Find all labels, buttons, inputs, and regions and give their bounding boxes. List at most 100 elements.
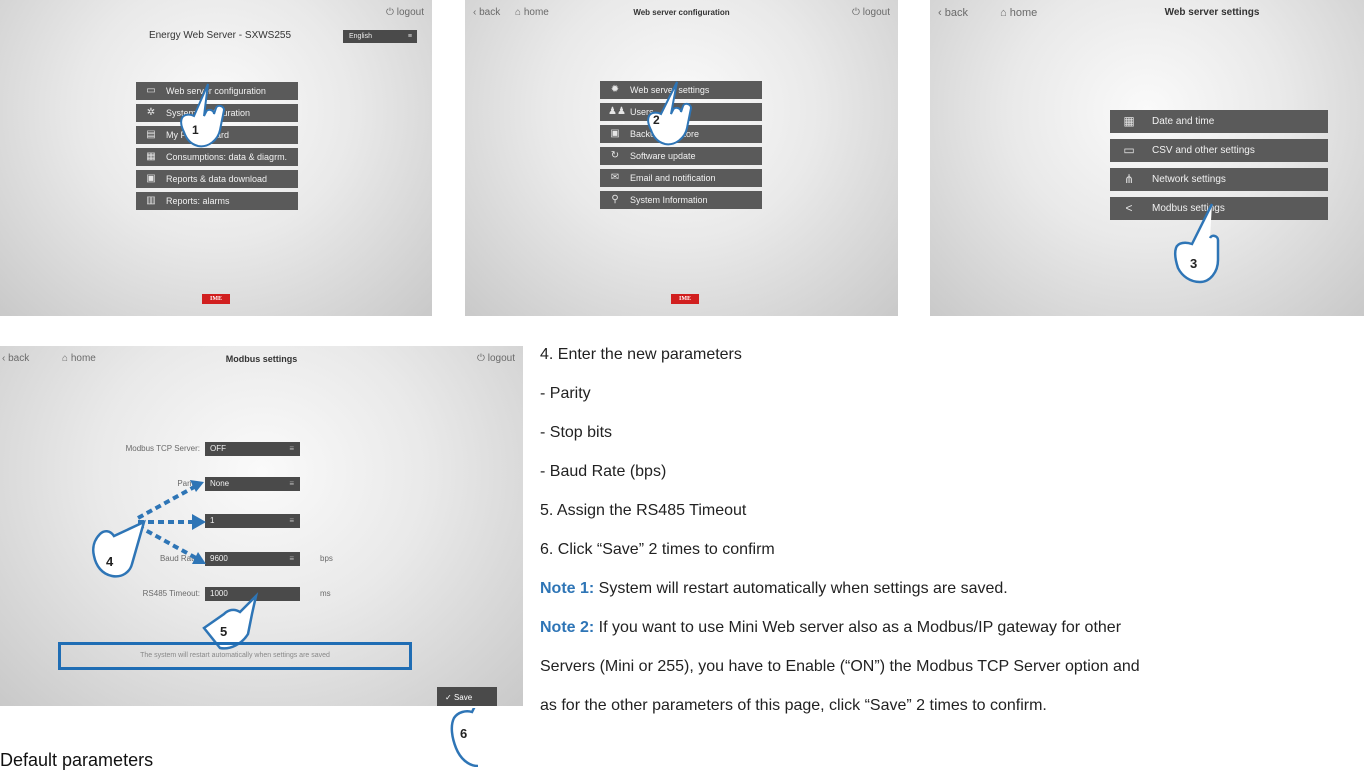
monitor-icon: ▭ [1123, 143, 1135, 157]
save-label: Save [453, 693, 473, 702]
menu-item-label: Reports: alarms [166, 196, 230, 206]
step-number: 1 [192, 123, 199, 137]
menu-item-csv-settings[interactable]: ▭ CSV and other settings [1110, 139, 1328, 162]
network-icon: ⋔ [1123, 172, 1135, 186]
note-text: If you want to use Mini Web server also … [594, 619, 1122, 636]
backup-icon: ▣ [610, 128, 620, 139]
email-icon: ✉ [610, 172, 620, 183]
pointing-hand-icon: 3 [1173, 203, 1220, 284]
restart-message: The system will restart automatically wh… [140, 652, 330, 659]
home-label: home [1009, 7, 1038, 19]
field-value: None [210, 479, 230, 488]
ime-logo: IME [202, 294, 230, 304]
note-label: Note 1: [540, 580, 595, 597]
pointing-hand-icon: 1 [180, 83, 226, 148]
language-select[interactable]: English ≡ [343, 30, 417, 43]
top-bar: ‹ back ⌂ home Modbus settings ⏻ logout [0, 346, 523, 372]
menu-item-label: Network settings [1152, 174, 1226, 185]
chart-icon: ▦ [146, 151, 156, 162]
pointing-hand-icon: 2 [647, 81, 693, 146]
baud-rate-unit: bps [320, 554, 333, 563]
update-icon: ↻ [610, 150, 620, 161]
screenshot-web-server-configuration: ‹ back ⌂ home Web server configuration ⏻… [465, 0, 898, 316]
menu-item-email-notification[interactable]: ✉ Email and notification [600, 169, 762, 187]
menu-item-label: Software update [630, 151, 696, 161]
pointing-hand-icon: 4 [92, 519, 146, 578]
pointing-hand-icon: 6 [450, 708, 488, 767]
section-heading: Default parameters [0, 750, 154, 770]
menu-item-consumptions[interactable]: ▦ Consumptions: data & diagrm. [136, 148, 298, 166]
logout-label: logout [396, 7, 424, 18]
screenshot-modbus-settings: ‹ back ⌂ home Modbus settings ⏻ logout M… [0, 346, 523, 706]
note-2-continued: as for the other parameters of this page… [540, 697, 1047, 714]
menu-icon: ≡ [289, 479, 294, 488]
menu-item-label: Email and notification [630, 173, 716, 183]
search-icon: ⚲ [611, 194, 619, 205]
note-text: System will restart automatically when s… [594, 580, 1008, 597]
menu-item-network-settings[interactable]: ⋔ Network settings [1110, 168, 1328, 191]
menu-item-label: System Information [630, 195, 708, 205]
home-button[interactable]: ⌂ home [1000, 0, 1037, 26]
baud-rate-select[interactable]: 9600 ≡ [205, 552, 300, 566]
page-title: Web server settings [1164, 7, 1260, 18]
menu-item-label: Consumptions: data & diagrm. [166, 152, 288, 162]
field-value: 1 [210, 516, 215, 525]
top-bar: ‹ back ⌂ home Web server settings [930, 0, 1364, 26]
instruction-line: 4. Enter the new parameters [540, 346, 742, 363]
menu-item-software-update[interactable]: ↻ Software update [600, 147, 762, 165]
menu-item-reports-download[interactable]: ▣ Reports & data download [136, 170, 298, 188]
menu-icon: ≡ [407, 33, 412, 40]
stop-bits-select[interactable]: 1 ≡ [205, 514, 300, 528]
logout-label: logout [487, 353, 515, 364]
chevron-left-icon: ‹ [938, 7, 942, 19]
instruction-line: 5. Assign the RS485 Timeout [540, 502, 747, 519]
logout-button[interactable]: ⏻ logout [852, 0, 890, 26]
home-icon: ⌂ [1000, 7, 1007, 19]
rs485-timeout-unit: ms [320, 589, 331, 598]
logout-label: logout [862, 7, 890, 18]
monitor-icon: ▭ [146, 85, 156, 96]
screenshot-main-menu: ⏻ logout Energy Web Server - SXWS255 Eng… [0, 0, 432, 316]
parity-select[interactable]: None ≡ [205, 477, 300, 491]
step-number: 2 [653, 113, 660, 127]
step-number: 4 [106, 554, 114, 569]
gears-icon: ✲ [146, 107, 156, 118]
menu-item-date-and-time[interactable]: ▦ Date and time [1110, 110, 1328, 133]
menu-item-label: Reports & data download [166, 174, 268, 184]
language-value: English [349, 33, 372, 40]
menu-item-reports-alarms[interactable]: ▥ Reports: alarms [136, 192, 298, 210]
page-title: Modbus settings [225, 354, 298, 364]
field-value: OFF [210, 444, 226, 453]
top-bar: ⏻ logout [0, 0, 432, 26]
logout-button[interactable]: ⏻ logout [477, 346, 515, 372]
instruction-line: - Parity [540, 385, 591, 402]
instruction-line: 6. Click “Save” 2 times to confirm [540, 541, 775, 558]
back-label: back [944, 7, 968, 19]
field-value: 9600 [210, 554, 228, 563]
report-icon: ▣ [146, 173, 156, 184]
back-button[interactable]: ‹ back [938, 0, 968, 26]
note-label: Note 2: [540, 619, 595, 636]
modbus-tcp-server-select[interactable]: OFF ≡ [205, 442, 300, 456]
logout-button[interactable]: ⏻ logout [386, 0, 424, 26]
screenshot-web-server-settings: ‹ back ⌂ home Web server settings ▦ Date … [930, 0, 1364, 316]
users-icon: ♟♟ [608, 106, 626, 117]
step-number: 5 [220, 624, 227, 639]
gear-icon: ✹ [610, 84, 620, 95]
menu-icon: ≡ [289, 554, 294, 563]
instruction-line: - Stop bits [540, 424, 613, 441]
menu-icon: ≡ [289, 444, 294, 453]
page-title: Energy Web Server - SXWS255 [148, 30, 292, 41]
board-icon: ▤ [146, 129, 156, 140]
page-title: Web server configuration [633, 8, 730, 17]
restart-notice: The system will restart automatically wh… [58, 642, 412, 670]
checkmark-icon: ✓ [445, 693, 452, 702]
note-1: Note 1: System will restart automaticall… [540, 580, 1008, 598]
save-button[interactable]: ✓ Save [437, 687, 497, 706]
note-2: Note 2: If you want to use Mini Web serv… [540, 619, 1121, 637]
menu-item-system-information[interactable]: ⚲ System Information [600, 191, 762, 209]
ime-logo: IME [671, 294, 699, 304]
calendar-clock-icon: ▦ [1123, 114, 1135, 128]
menu-item-label: CSV and other settings [1152, 145, 1255, 156]
share-icon: < [1125, 201, 1133, 215]
